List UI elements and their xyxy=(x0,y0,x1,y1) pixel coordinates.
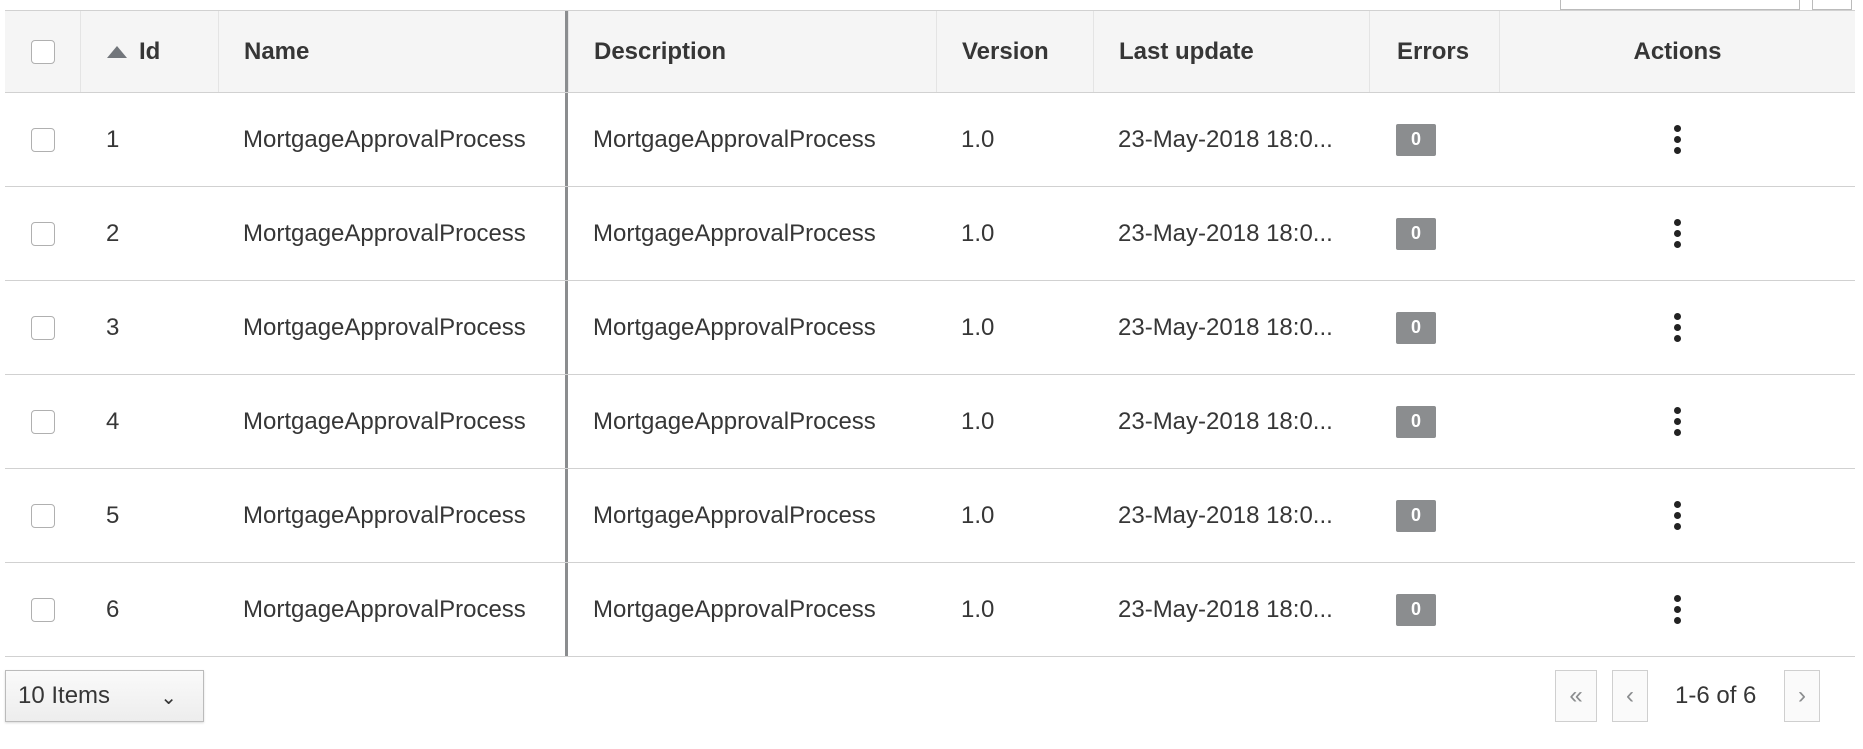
row-version: 1.0 xyxy=(961,219,995,247)
row-name: MortgageApprovalProcess xyxy=(218,281,568,374)
column-header-last-update-label: Last update xyxy=(1119,37,1254,65)
kebab-menu-icon[interactable] xyxy=(1664,591,1691,628)
table-row[interactable]: 5 MortgageApprovalProcess MortgageApprov… xyxy=(5,469,1855,563)
table-row[interactable]: 3 MortgageApprovalProcess MortgageApprov… xyxy=(5,281,1855,375)
row-id: 6 xyxy=(106,595,120,623)
row-last-update: 23-May-2018 18:0... xyxy=(1118,313,1333,341)
row-description: MortgageApprovalProcess xyxy=(593,595,876,623)
row-id: 1 xyxy=(106,125,120,153)
process-definitions-table: Id Name Description Version Last update … xyxy=(5,10,1855,657)
kebab-menu-icon[interactable] xyxy=(1664,403,1691,440)
top-button-fragment[interactable] xyxy=(1812,0,1852,10)
column-header-id[interactable]: Id xyxy=(80,11,218,92)
table-header: Id Name Description Version Last update … xyxy=(5,10,1855,93)
column-header-actions-label: Actions xyxy=(1633,37,1722,65)
table-row[interactable]: 4 MortgageApprovalProcess MortgageApprov… xyxy=(5,375,1855,469)
error-count-badge: 0 xyxy=(1396,405,1436,438)
row-checkbox[interactable] xyxy=(30,503,55,528)
row-id: 4 xyxy=(106,407,120,435)
column-header-description[interactable]: Description xyxy=(568,11,936,92)
page-range-label: 1-6 of 6 xyxy=(1675,682,1757,709)
column-header-name-label: Name xyxy=(244,37,310,65)
row-last-update: 23-May-2018 18:0... xyxy=(1118,595,1333,623)
table-row[interactable]: 6 MortgageApprovalProcess MortgageApprov… xyxy=(5,563,1855,657)
row-version: 1.0 xyxy=(961,313,995,341)
items-per-page-dropdown[interactable]: 10 Items ⌄ xyxy=(5,670,204,722)
column-header-errors[interactable]: Errors xyxy=(1369,11,1499,92)
previous-page-button[interactable]: ‹ xyxy=(1612,670,1648,722)
row-description: MortgageApprovalProcess xyxy=(593,313,876,341)
chevron-right-icon: › xyxy=(1798,682,1806,709)
kebab-menu-icon[interactable] xyxy=(1664,215,1691,252)
row-id: 2 xyxy=(106,219,120,247)
column-header-description-label: Description xyxy=(594,37,727,65)
row-version: 1.0 xyxy=(961,501,995,529)
row-name: MortgageApprovalProcess xyxy=(218,187,568,280)
error-count-badge: 0 xyxy=(1396,499,1436,532)
items-per-page-label: 10 Items xyxy=(18,682,111,709)
table-row[interactable]: 2 MortgageApprovalProcess MortgageApprov… xyxy=(5,187,1855,281)
row-description: MortgageApprovalProcess xyxy=(593,219,876,247)
row-name: MortgageApprovalProcess xyxy=(218,469,568,562)
row-last-update: 23-May-2018 18:0... xyxy=(1118,501,1333,529)
row-last-update: 23-May-2018 18:0... xyxy=(1118,407,1333,435)
row-version: 1.0 xyxy=(961,125,995,153)
column-header-actions: Actions xyxy=(1499,11,1855,92)
row-checkbox[interactable] xyxy=(30,597,55,622)
error-count-badge: 0 xyxy=(1396,217,1436,250)
column-header-version-label: Version xyxy=(962,37,1049,65)
column-header-version[interactable]: Version xyxy=(936,11,1093,92)
double-chevron-left-icon: « xyxy=(1569,682,1583,709)
select-all-cell xyxy=(5,11,80,92)
column-header-name[interactable]: Name xyxy=(218,11,568,92)
row-name: MortgageApprovalProcess xyxy=(218,563,568,656)
select-all-checkbox[interactable] xyxy=(30,39,55,64)
error-count-badge: 0 xyxy=(1396,311,1436,344)
column-header-id-label: Id xyxy=(139,37,161,65)
first-page-button[interactable]: « xyxy=(1555,670,1597,722)
row-description: MortgageApprovalProcess xyxy=(593,407,876,435)
error-count-badge: 0 xyxy=(1396,593,1436,626)
table-row[interactable]: 1 MortgageApprovalProcess MortgageApprov… xyxy=(5,93,1855,187)
row-name: MortgageApprovalProcess xyxy=(218,93,568,186)
table-footer: 10 Items ⌄ « ‹ 1-6 of 6 › xyxy=(5,670,1855,730)
row-description: MortgageApprovalProcess xyxy=(593,125,876,153)
row-name: MortgageApprovalProcess xyxy=(218,375,568,468)
chevron-down-icon: ⌄ xyxy=(160,687,177,709)
kebab-menu-icon[interactable] xyxy=(1664,309,1691,346)
row-last-update: 23-May-2018 18:0... xyxy=(1118,125,1333,153)
row-checkbox[interactable] xyxy=(30,409,55,434)
row-id: 3 xyxy=(106,313,120,341)
kebab-menu-icon[interactable] xyxy=(1664,497,1691,534)
row-checkbox[interactable] xyxy=(30,221,55,246)
chevron-left-icon: ‹ xyxy=(1626,682,1634,709)
column-header-errors-label: Errors xyxy=(1397,37,1470,65)
next-page-button[interactable]: › xyxy=(1784,670,1820,722)
row-id: 5 xyxy=(106,501,120,529)
column-header-last-update[interactable]: Last update xyxy=(1093,11,1369,92)
top-search-fragment[interactable] xyxy=(1560,0,1800,10)
row-last-update: 23-May-2018 18:0... xyxy=(1118,219,1333,247)
row-version: 1.0 xyxy=(961,595,995,623)
row-checkbox[interactable] xyxy=(30,315,55,340)
row-description: MortgageApprovalProcess xyxy=(593,501,876,529)
error-count-badge: 0 xyxy=(1396,123,1436,156)
kebab-menu-icon[interactable] xyxy=(1664,121,1691,158)
row-checkbox[interactable] xyxy=(30,127,55,152)
row-version: 1.0 xyxy=(961,407,995,435)
sort-ascending-icon xyxy=(107,45,127,58)
